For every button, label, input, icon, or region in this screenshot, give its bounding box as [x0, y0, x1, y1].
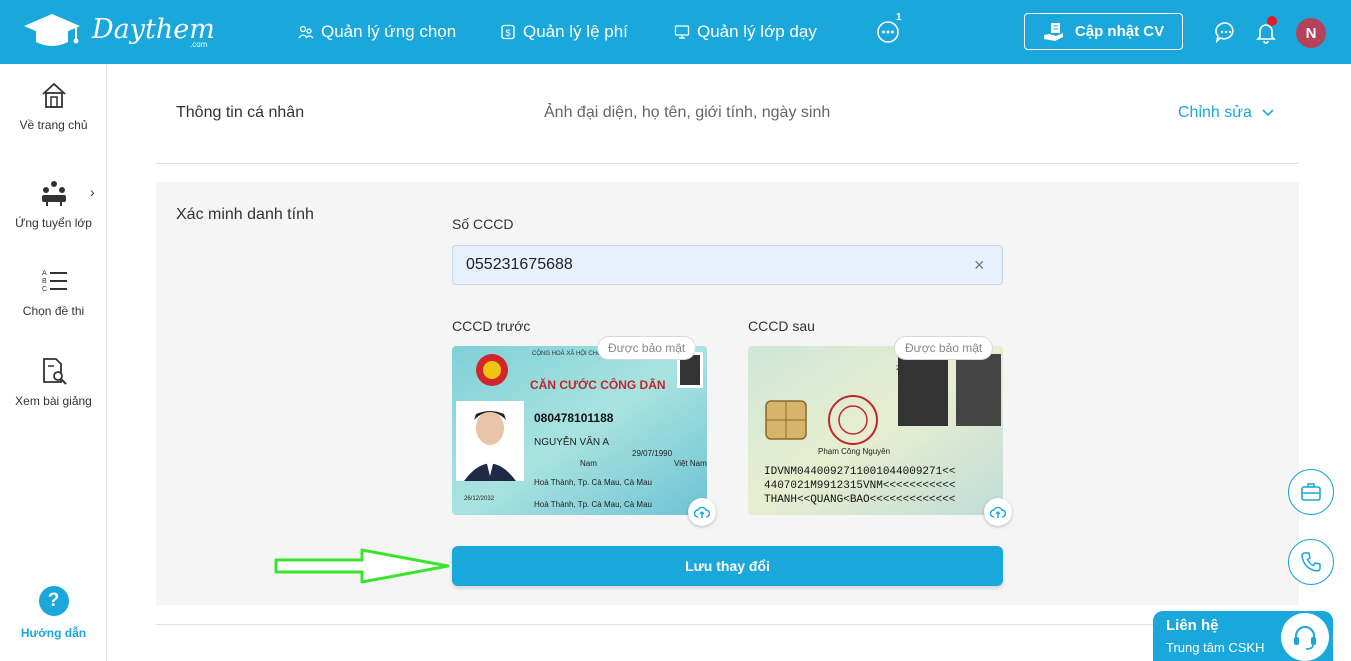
mrz-line-1: IDVNM0440092711001044009271<<	[764, 466, 955, 478]
headset-icon	[1281, 613, 1329, 661]
arrow-annotation-icon	[274, 548, 450, 584]
more-badge: 1	[896, 12, 902, 23]
cccd-label: Số CCCD	[452, 216, 514, 232]
help-label: Hướng dẫn	[20, 626, 87, 640]
notification-dot	[1267, 16, 1277, 26]
front-card-label: CCCD trước	[452, 318, 531, 334]
sidebar-item-label: Xem bài giảng	[15, 394, 92, 408]
dollar-card-icon: $	[501, 24, 515, 40]
personal-info-row: Thông tin cá nhân Ảnh đại diện, họ tên, …	[156, 80, 1299, 164]
card-sex: Nam	[580, 459, 597, 468]
mrz-line-2: 4407021M9912315VNM<<<<<<<<<<<	[764, 480, 955, 492]
logo-subtext: .com	[190, 40, 208, 49]
house-icon	[41, 82, 66, 108]
chat-icon[interactable]	[1214, 20, 1238, 44]
people-icon	[298, 25, 314, 39]
sidebar-item-label: Về trang chủ	[19, 118, 88, 132]
question-icon: ?	[38, 586, 69, 616]
briefcase-float-button[interactable]	[1288, 469, 1334, 515]
identity-verification-panel: Xác minh danh tính Số CCCD 055231675688 …	[156, 182, 1299, 605]
nav-manage-fees[interactable]: $ Quản lý lệ phí	[500, 22, 628, 42]
svg-text:$: $	[505, 28, 510, 38]
card-heading: CĂN CƯỚC CÔNG DÂN	[530, 377, 666, 392]
back-id-card-image[interactable]: 21/06/2021 Phạm Công Nguyên IDVNM0440092…	[748, 346, 1003, 515]
sidebar-item-choose-exam[interactable]: ABC Chọn đề thi	[0, 266, 107, 318]
top-header: Daythem .com Quản lý ứng chọn $ Quản lý …	[0, 0, 1351, 64]
cccd-input[interactable]: 055231675688	[452, 245, 1003, 285]
divider	[156, 624, 1299, 625]
more-menu-icon[interactable]	[876, 20, 900, 44]
card-expiry: 26/12/2032	[464, 496, 495, 502]
card-dob: 29/07/1990	[632, 449, 673, 458]
contact-support-widget[interactable]: Liên hệ Trung tâm CSKH	[1153, 611, 1333, 661]
document-search-icon	[42, 358, 67, 385]
phone-float-button[interactable]	[1288, 539, 1334, 585]
back-id-card-graphic: 21/06/2021 Phạm Công Nguyên IDVNM0440092…	[748, 346, 1003, 515]
personal-info-description: Ảnh đại diện, họ tên, giới tính, ngày si…	[544, 104, 831, 121]
sidebar-item-label: Ứng tuyển lớp	[15, 216, 92, 230]
front-id-card-graphic: CỘNG HOÀ XÃ HỘI CHỦ NGHĨA VIỆT NAM CĂN C…	[452, 346, 707, 515]
back-card-signer: Phạm Công Nguyên	[818, 447, 890, 456]
monitor-icon	[674, 25, 690, 39]
cloud-upload-icon	[990, 506, 1006, 518]
card-nationality: Việt Nam	[674, 459, 707, 468]
classroom-icon	[41, 181, 66, 206]
clear-input-icon[interactable]: ×	[974, 255, 985, 276]
update-cv-label: Cập nhật CV	[1074, 23, 1165, 40]
contact-title: Liên hệ	[1166, 617, 1219, 634]
edit-label: Chỉnh sửa	[1178, 104, 1252, 121]
card-origin: Hoà Thành, Tp. Cà Mau, Cà Mau	[534, 478, 652, 487]
upload-back-button[interactable]	[984, 498, 1012, 526]
nav-label: Quản lý lệ phí	[523, 22, 628, 41]
graduation-cap-icon	[24, 14, 80, 46]
sidebar-item-home[interactable]: Về trang chủ	[0, 80, 107, 132]
hand-document-icon	[1043, 22, 1063, 41]
chevron-down-icon	[1262, 109, 1274, 117]
back-card-label: CCCD sau	[748, 318, 815, 334]
front-id-card-image[interactable]: CỘNG HOÀ XÃ HỘI CHỦ NGHĨA VIỆT NAM CĂN C…	[452, 346, 707, 515]
identity-title: Xác minh danh tính	[176, 206, 314, 223]
secure-badge-front: Được bảo mật	[597, 336, 697, 360]
card-number: 080478101188	[534, 411, 614, 425]
abc-list-icon: ABC	[42, 270, 67, 293]
sidebar-item-label: Chọn đề thi	[22, 304, 85, 318]
svg-text:A: A	[42, 270, 47, 277]
secure-badge-back: Được bảo mật	[894, 336, 994, 360]
mrz-line-3: THANH<<QUANG<BAO<<<<<<<<<<<<<	[764, 494, 955, 506]
cloud-upload-icon	[694, 506, 710, 518]
nav-label: Quản lý ứng chọn	[321, 22, 457, 41]
avatar[interactable]: N	[1296, 18, 1326, 48]
card-name: NGUYỄN VĂN A	[534, 435, 609, 448]
edit-personal-info-button[interactable]: Chỉnh sửa	[1178, 104, 1274, 122]
help-button[interactable]: ? Hướng dẫn	[0, 586, 107, 642]
chevron-right-icon[interactable]: ›	[90, 184, 95, 200]
back-card-date: 21/06/2021	[896, 365, 931, 372]
nav-label: Quản lý lớp dạy	[697, 22, 817, 41]
nav-manage-classes[interactable]: Quản lý lớp dạy	[674, 22, 817, 42]
card-residence: Hoà Thành, Tp. Cà Mau, Cà Mau	[534, 500, 652, 509]
contact-subtitle: Trung tâm CSKH	[1166, 640, 1265, 655]
sidebar-item-view-lectures[interactable]: Xem bài giảng	[0, 356, 107, 408]
briefcase-icon	[1301, 483, 1321, 501]
upload-front-button[interactable]	[688, 498, 716, 526]
save-changes-button[interactable]: Lưu thay đổi	[452, 546, 1003, 586]
svg-text:C: C	[42, 286, 47, 293]
svg-text:B: B	[42, 278, 47, 285]
logo[interactable]: Daythem .com	[22, 10, 215, 54]
nav-manage-applications[interactable]: Quản lý ứng chọn	[298, 22, 456, 42]
personal-info-title: Thông tin cá nhân	[176, 104, 305, 121]
sidebar: Về trang chủ Ứng tuyển lớp › ABC Chọn đề…	[0, 64, 107, 661]
update-cv-button[interactable]: Cập nhật CV	[1024, 13, 1183, 50]
phone-icon	[1301, 552, 1321, 572]
